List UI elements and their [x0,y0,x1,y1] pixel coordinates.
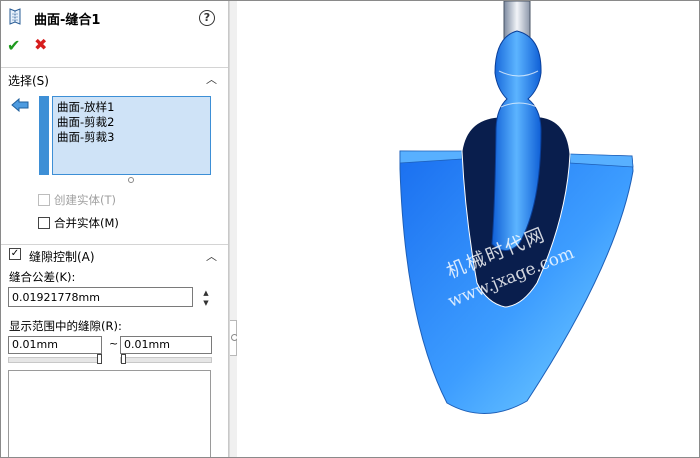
feature-header: 曲面-缝合1 ? [1,1,228,33]
feature-title: 曲面-缝合1 [34,13,101,28]
gap-min-slider-thumb[interactable] [97,354,102,364]
gap-max-slider-thumb[interactable] [121,354,126,364]
ok-checkmark-icon[interactable]: ✔ [7,36,20,55]
merge-entities-checkbox[interactable] [38,217,50,229]
knit-surface-icon [9,8,21,25]
merge-entities-label[interactable]: 合并实体(M) [54,215,119,231]
list-item[interactable]: 曲面-剪裁3 [57,129,114,145]
selected-surfaces-list[interactable]: 曲面-放样1 曲面-剪裁2 曲面-剪裁3 [52,96,211,175]
gap-min-slider-track[interactable] [8,357,102,363]
collapse-up-icon[interactable]: ︿ [206,248,217,264]
gap-range-max-input[interactable]: 0.01mm [120,336,212,354]
list-item[interactable]: 曲面-剪裁2 [57,114,114,130]
gap-control-checkbox[interactable]: ✓ [9,248,21,260]
selection-active-bar [39,96,49,175]
create-solid-label: 创建实体(T) [54,193,116,207]
shovel-model[interactable] [237,1,699,457]
cancel-x-icon[interactable]: ✖ [34,35,47,54]
selection-section-header[interactable]: 选择(S) ︿ [1,67,228,88]
property-manager: 曲面-缝合1 ? ✔ ✖ 选择(S) ︿ 曲面-放样1 曲面-剪裁2 曲面-剪裁… [1,1,229,457]
collapse-up-icon[interactable]: ︿ [206,71,217,87]
tolerance-label: 缝合公差(K): [9,270,76,284]
panel-splitter[interactable] [229,1,237,457]
tolerance-input[interactable]: 0.01921778mm [8,287,193,307]
help-icon[interactable]: ? [199,10,215,26]
create-solid-checkbox [38,194,50,206]
selected-faces-icon [11,98,29,112]
list-item[interactable]: 曲面-放样1 [57,99,114,115]
gap-range-min-input[interactable]: 0.01mm [8,336,102,354]
selection-section-title: 选择(S) [8,74,49,88]
gap-control-section-header[interactable]: ✓ 缝隙控制(A) ︿ [1,244,228,265]
list-resize-handle[interactable] [128,177,134,183]
gap-max-slider-track[interactable] [120,357,212,363]
gap-control-title[interactable]: 缝隙控制(A) [29,248,95,265]
spin-up-icon[interactable]: ▲ [201,289,211,297]
gap-results-list[interactable] [8,370,211,457]
tolerance-spinner[interactable]: ▲ ▼ [201,289,211,307]
graphics-viewport[interactable]: 机械时代网 www.jxage.com [237,1,699,457]
gap-range-label: 显示范围中的缝隙(R): [9,319,122,333]
spin-down-icon[interactable]: ▼ [201,299,211,307]
range-separator: ~ [109,337,119,350]
